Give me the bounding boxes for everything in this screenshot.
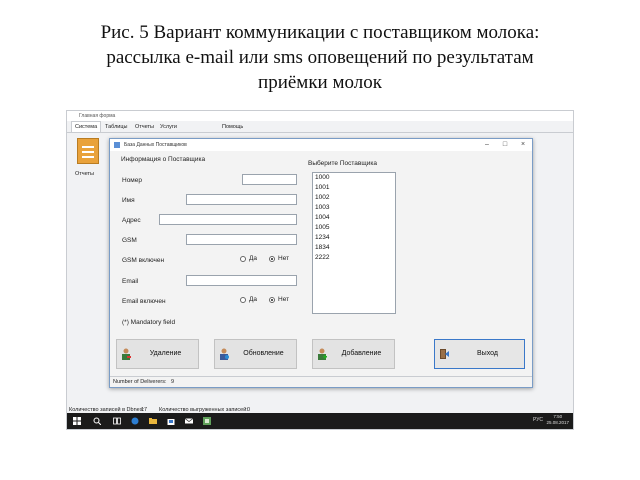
deliverers-count-label: Number of Deliverers: bbox=[113, 379, 167, 385]
exit-button[interactable]: Выход bbox=[434, 339, 525, 369]
email-enabled-label: Email включен bbox=[122, 298, 166, 305]
email-no-radio[interactable] bbox=[269, 297, 275, 303]
address-label: Адрес bbox=[122, 217, 141, 224]
number-input[interactable] bbox=[242, 174, 297, 185]
caption-line-3: приёмки молок bbox=[258, 72, 382, 93]
app-taskbar-icon[interactable] bbox=[203, 417, 211, 425]
delete-button[interactable]: Удаление bbox=[116, 339, 199, 369]
update-button[interactable]: Обновление bbox=[214, 339, 297, 369]
user-update-icon bbox=[220, 348, 229, 360]
exit-button-label: Выход bbox=[477, 350, 498, 357]
store-icon[interactable] bbox=[167, 417, 175, 425]
list-item[interactable]: 1003 bbox=[313, 203, 395, 213]
list-item[interactable]: 1001 bbox=[313, 183, 395, 193]
gsm-enabled-label: GSM включен bbox=[122, 257, 165, 264]
email-yes-radio[interactable] bbox=[240, 297, 246, 303]
select-supplier-title: Выберите Поставщика bbox=[308, 160, 377, 167]
deliverers-count-value: 9 bbox=[171, 379, 175, 385]
gsm-no-radio[interactable] bbox=[269, 256, 275, 262]
slide-caption: Рис. 5 Вариант коммуникации с поставщико… bbox=[0, 20, 640, 95]
exit-door-icon bbox=[440, 349, 449, 359]
gsm-no-label: Нет bbox=[278, 255, 290, 262]
clock-date: 25.08.2017 bbox=[546, 420, 569, 425]
gsm-yes-radio[interactable] bbox=[240, 256, 246, 262]
name-input[interactable] bbox=[186, 194, 297, 205]
supplier-listbox[interactable]: 1000 1001 1002 1003 1004 1005 1234 1834 … bbox=[312, 172, 396, 314]
reports-label: Отчеты bbox=[75, 171, 95, 177]
number-label: Номер bbox=[122, 177, 143, 184]
app-icon bbox=[114, 142, 120, 148]
user-delete-icon bbox=[122, 348, 131, 360]
list-item[interactable]: 1234 bbox=[313, 233, 395, 243]
menu-tables[interactable]: Таблицы bbox=[105, 122, 127, 132]
supplier-database-dialog: База Данных Поставщиков – □ × Информация… bbox=[109, 138, 533, 388]
close-icon[interactable]: × bbox=[516, 139, 530, 151]
toolbar-divider bbox=[67, 132, 573, 133]
email-input[interactable] bbox=[186, 275, 297, 286]
windows-taskbar: РУС 7:50 25.08.2017 bbox=[67, 413, 573, 429]
add-button-label: Добавление bbox=[341, 350, 382, 357]
main-window-titlebar: Главная форма bbox=[67, 111, 573, 121]
dialog-titlebar: База Данных Поставщиков – □ × bbox=[110, 139, 532, 151]
list-item[interactable]: 2222 bbox=[313, 253, 395, 263]
menu-reports[interactable]: Отчеты bbox=[135, 122, 154, 132]
name-label: Имя bbox=[122, 197, 135, 204]
address-input[interactable] bbox=[159, 214, 297, 225]
delete-button-label: Удаление bbox=[149, 350, 182, 357]
email-label: Email bbox=[122, 278, 139, 285]
search-icon[interactable] bbox=[93, 417, 101, 425]
list-item[interactable]: 1000 bbox=[313, 173, 395, 183]
edge-browser-icon[interactable] bbox=[131, 417, 139, 425]
list-item[interactable]: 1834 bbox=[313, 243, 395, 253]
menu-services[interactable]: Услуги bbox=[160, 122, 177, 132]
file-explorer-icon[interactable] bbox=[149, 417, 157, 425]
list-item[interactable]: 1002 bbox=[313, 193, 395, 203]
dialog-title: База Данных Поставщиков bbox=[124, 142, 187, 148]
add-button[interactable]: Добавление bbox=[312, 339, 395, 369]
caption-line-2: рассылка e-mail или sms оповещений по ре… bbox=[106, 47, 534, 68]
minimize-icon[interactable]: – bbox=[480, 139, 494, 151]
main-window-title: Главная форма bbox=[79, 113, 116, 119]
maximize-icon[interactable]: □ bbox=[498, 139, 512, 151]
update-button-label: Обновление bbox=[243, 350, 284, 357]
language-indicator[interactable]: РУС bbox=[533, 417, 543, 423]
menu-system[interactable]: Система bbox=[71, 121, 102, 132]
dialog-status-bar: Number of Deliverers: 9 bbox=[110, 376, 532, 387]
reports-folder-icon[interactable] bbox=[77, 138, 99, 164]
mail-icon[interactable] bbox=[185, 417, 193, 425]
main-menu-bar: Система Таблицы Отчеты Услуги Помощь bbox=[67, 121, 573, 132]
gsm-yes-label: Да bbox=[249, 255, 258, 262]
supplier-info-group-title: Информация о Поставщика bbox=[121, 156, 206, 163]
windows-start-icon[interactable] bbox=[73, 417, 81, 425]
email-yes-label: Да bbox=[249, 296, 258, 303]
gsm-label: GSM bbox=[122, 237, 137, 244]
email-no-label: Нет bbox=[278, 296, 290, 303]
gsm-input[interactable] bbox=[186, 234, 297, 245]
menu-help[interactable]: Помощь bbox=[222, 122, 243, 132]
taskbar-clock[interactable]: 7:50 25.08.2017 bbox=[546, 414, 569, 426]
task-view-icon[interactable] bbox=[113, 417, 121, 425]
list-item[interactable]: 1005 bbox=[313, 223, 395, 233]
list-item[interactable]: 1004 bbox=[313, 213, 395, 223]
user-add-icon bbox=[318, 348, 327, 360]
app-screenshot: Главная форма Система Таблицы Отчеты Усл… bbox=[66, 110, 574, 430]
caption-line-1: Рис. 5 Вариант коммуникации с поставщико… bbox=[100, 22, 540, 43]
mandatory-note: (*) Mandatory field bbox=[122, 319, 176, 326]
